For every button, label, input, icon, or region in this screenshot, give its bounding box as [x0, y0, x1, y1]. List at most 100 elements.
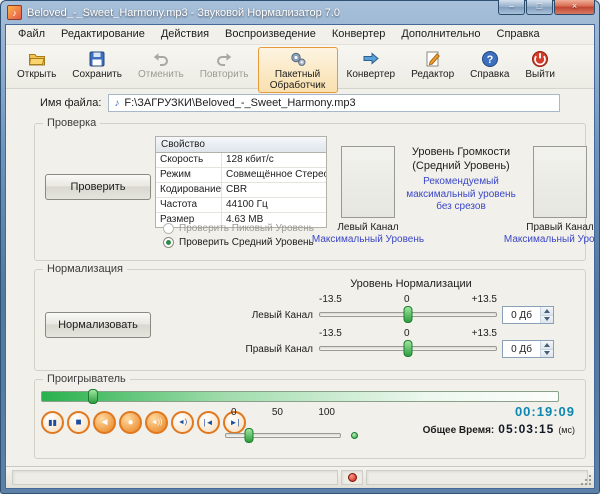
exit-power-icon	[531, 50, 549, 68]
resize-grip[interactable]	[579, 473, 591, 485]
left-db-spinbox[interactable]: 0 Дб	[502, 306, 554, 324]
property-value: Совмещённое Стерео	[222, 168, 326, 182]
toolbar-converter-button[interactable]: Конвертер	[340, 47, 403, 82]
scale-mid-label: 0	[404, 328, 410, 339]
seek-thumb[interactable]	[88, 389, 98, 404]
record-button[interactable]: ●	[119, 411, 142, 434]
seek-slider[interactable]	[41, 391, 559, 402]
right-channel-caption: Правый Канал Максимальный Уровень	[502, 222, 595, 245]
volume-scale-100: 100	[318, 407, 335, 418]
total-time-value: 05:03:15	[498, 422, 554, 436]
rewind-button[interactable]: ◄	[93, 411, 116, 434]
check-button[interactable]: Проверить	[45, 174, 151, 200]
normalization-group-title: Нормализация	[43, 263, 127, 275]
menu-item-extra[interactable]: Дополнительно	[393, 25, 488, 44]
table-row: Режим Совмещённое Стерео	[156, 168, 326, 183]
save-floppy-icon	[88, 50, 106, 68]
converter-arrow-icon	[362, 50, 380, 68]
spin-down-button[interactable]	[541, 350, 553, 358]
right-max-level-label: Максимальный Уровень	[502, 234, 595, 245]
mute-speaker-icon: ◄)	[178, 419, 187, 426]
scale-max-label: +13.5	[472, 294, 497, 305]
pause-button[interactable]: ▮▮	[41, 411, 64, 434]
left-slider-thumb[interactable]	[404, 306, 413, 323]
toolbar-redo-button: Повторить	[193, 47, 256, 82]
menu-item-edit[interactable]: Редактирование	[53, 25, 153, 44]
player-group-title: Проигрыватель	[43, 373, 130, 385]
toolbar-exit-button[interactable]: Выйти	[518, 47, 562, 82]
property-name: Режим	[156, 168, 222, 182]
mute-button[interactable]: ◄)	[171, 411, 194, 434]
menu-item-file[interactable]: Файл	[10, 25, 53, 44]
toolbar-editor-label: Редактор	[411, 69, 454, 80]
right-scale: -13.5 0 +13.5	[319, 328, 497, 339]
total-time-line: Общее Время: 05:03:15 (мс)	[423, 422, 575, 436]
right-slider-thumb[interactable]	[404, 340, 413, 357]
menu-item-help[interactable]: Справка	[489, 25, 548, 44]
table-row: Скорость 128 кбит/с	[156, 153, 326, 168]
normalize-button[interactable]: Нормализовать	[45, 312, 151, 338]
toolbar-undo-button: Отменить	[131, 47, 191, 82]
volume-scale: 0 50 100	[231, 407, 335, 418]
left-channel-slider-label: Левый Канал	[213, 310, 313, 321]
editor-pencil-icon	[424, 50, 442, 68]
record-indicator-icon	[348, 473, 357, 482]
toolbar-editor-button[interactable]: Редактор	[404, 47, 461, 82]
window-controls: – □ ×	[497, 0, 595, 15]
titlebar[interactable]: ♪ Beloved_-_Sweet_Harmony.mp3 - Звуковой…	[5, 1, 595, 24]
right-normalization-slider[interactable]	[319, 346, 497, 351]
right-db-value[interactable]: 0 Дб	[503, 341, 540, 357]
rewind-icon: ◄	[100, 418, 110, 428]
property-name: Кодирование	[156, 183, 222, 197]
toolbar-open-button[interactable]: Открыть	[10, 47, 63, 82]
toolbar-save-button[interactable]: Сохранить	[65, 47, 129, 82]
client-area: Файл Редактирование Действия Воспроизвед…	[5, 24, 595, 489]
status-bar	[6, 466, 594, 488]
status-panel-main	[12, 470, 338, 485]
left-normalization-slider[interactable]	[319, 312, 497, 317]
left-channel-label: Левый Канал	[337, 222, 398, 233]
radio-check-average-level[interactable]: Проверить Средний Уровень	[163, 237, 314, 248]
menu-item-playback[interactable]: Воспроизведение	[217, 25, 324, 44]
previous-track-button[interactable]: |◄	[197, 411, 220, 434]
minimize-button[interactable]: –	[498, 0, 525, 15]
volume-scale-0: 0	[231, 407, 237, 418]
right-db-spinbox[interactable]: 0 Дб	[502, 340, 554, 358]
record-icon: ●	[127, 418, 133, 428]
spin-up-button[interactable]	[541, 307, 553, 316]
property-value: 128 кбит/с	[222, 153, 326, 167]
volume-thumb[interactable]	[244, 428, 253, 443]
toolbar-batch-processor-label: Пакетный Обработчик	[265, 69, 331, 91]
volume-slider[interactable]	[225, 433, 341, 438]
right-channel-label: Правый Канал	[526, 222, 593, 233]
properties-table-header: Свойство	[156, 137, 326, 153]
right-spin-arrows	[540, 341, 553, 357]
file-path-text: F:\ЗАГРУЗКИ\Beloved_-_Sweet_Harmony.mp3	[124, 97, 355, 109]
toolbar-help-button[interactable]: ? Справка	[463, 47, 516, 82]
app-window: ♪ Beloved_-_Sweet_Harmony.mp3 - Звуковой…	[0, 0, 600, 494]
volume-button[interactable]: ◄))	[145, 411, 168, 434]
toolbar-save-label: Сохранить	[72, 69, 122, 80]
player-group: Проигрыватель ▮▮ ■ ◄ ● ◄)) ◄) |◄ ►| 0 50…	[34, 379, 586, 459]
help-question-icon: ?	[481, 50, 499, 68]
check-group-title: Проверка	[43, 117, 100, 129]
menu-item-actions[interactable]: Действия	[153, 25, 217, 44]
volume-led-icon	[351, 432, 358, 439]
left-db-value[interactable]: 0 Дб	[503, 307, 540, 323]
spin-down-button[interactable]	[541, 316, 553, 324]
maximize-button[interactable]: □	[526, 0, 553, 15]
toolbar-batch-processor-button[interactable]: Пакетный Обработчик	[258, 47, 338, 93]
spin-up-button[interactable]	[541, 341, 553, 350]
radio-selected-icon	[163, 237, 174, 248]
open-folder-icon	[28, 50, 46, 68]
prev-track-icon: |◄	[204, 419, 214, 427]
file-path-field[interactable]: ♪ F:\ЗАГРУЗКИ\Beloved_-_Sweet_Harmony.mp…	[108, 94, 560, 112]
toolbar-exit-label: Выйти	[525, 69, 555, 80]
radio-icon	[163, 223, 174, 234]
toolbar-redo-label: Повторить	[200, 69, 249, 80]
close-button[interactable]: ×	[554, 0, 595, 15]
menu-item-converter[interactable]: Конвертер	[324, 25, 393, 44]
total-time-unit: (мс)	[558, 425, 575, 435]
toolbar: Открыть Сохранить Отменить Повторить	[6, 45, 594, 89]
stop-button[interactable]: ■	[67, 411, 90, 434]
